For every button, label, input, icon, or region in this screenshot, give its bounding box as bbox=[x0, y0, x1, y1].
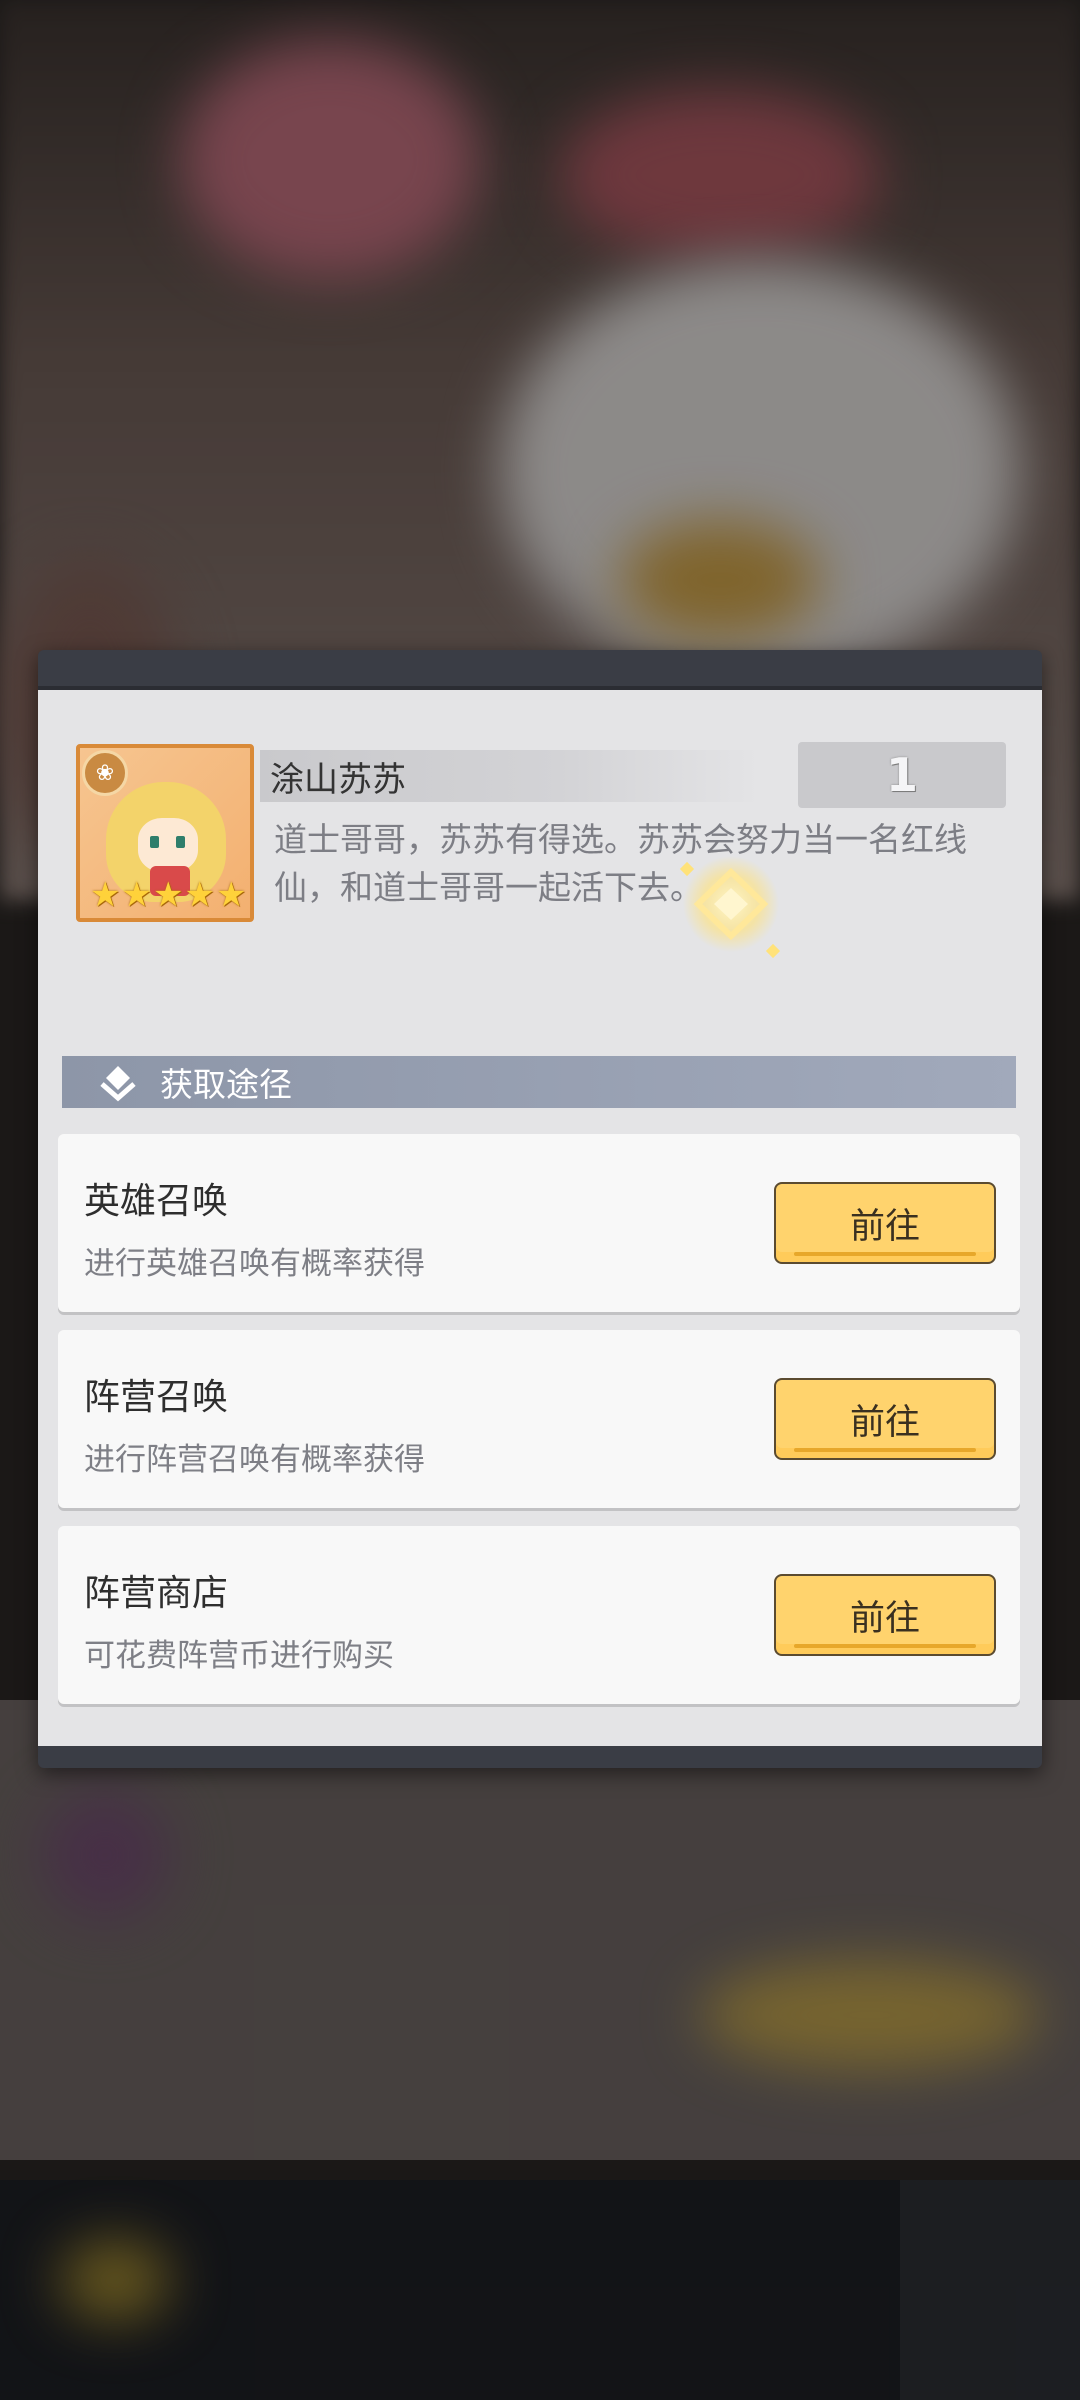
star-rating: ★ ★ ★ ★ ★ bbox=[90, 878, 246, 912]
star-icon: ★ bbox=[184, 875, 215, 915]
go-button-faction-summon[interactable]: 前往 bbox=[774, 1378, 996, 1460]
sparkle-icon bbox=[679, 856, 781, 959]
hero-source-dialog: ❀ ★ ★ ★ ★ ★ 涂山苏苏 1 道士哥哥，苏苏有得选。苏苏会努力当一名红线… bbox=[38, 650, 1042, 1768]
dialog-top-bar bbox=[38, 686, 1042, 690]
hero-name: 涂山苏苏 bbox=[270, 759, 406, 800]
layers-icon bbox=[100, 1066, 136, 1102]
star-icon: ★ bbox=[90, 875, 121, 915]
go-button-hero-summon[interactable]: 前往 bbox=[774, 1182, 996, 1264]
section-title: 获取途径 bbox=[160, 1065, 292, 1104]
hero-count: 1 bbox=[798, 742, 1006, 808]
star-icon: ★ bbox=[152, 875, 184, 915]
star-icon: ★ bbox=[215, 875, 247, 915]
hero-name-bar: 涂山苏苏 bbox=[260, 750, 760, 802]
hero-portrait: ❀ ★ ★ ★ ★ ★ bbox=[76, 744, 254, 922]
source-subtitle: 可花费阵营币进行购买 bbox=[84, 1638, 394, 1674]
source-row-faction-shop: 阵营商店 可花费阵营币进行购买 前往 bbox=[58, 1526, 1020, 1704]
source-title: 阵营召唤 bbox=[84, 1377, 229, 1418]
source-row-hero-summon: 英雄召唤 进行英雄召唤有概率获得 前往 bbox=[58, 1134, 1020, 1312]
acquire-section-header: 获取途径 bbox=[62, 1056, 1016, 1108]
source-title: 英雄召唤 bbox=[84, 1181, 229, 1222]
source-row-faction-summon: 阵营召唤 进行阵营召唤有概率获得 前往 bbox=[58, 1330, 1020, 1508]
source-subtitle: 进行阵营召唤有概率获得 bbox=[84, 1442, 425, 1478]
hero-description: 道士哥哥，苏苏有得选。苏苏会努力当一名红线仙，和道士哥哥一起活下去。 bbox=[274, 820, 967, 907]
source-title: 阵营商店 bbox=[84, 1573, 229, 1614]
source-subtitle: 进行英雄召唤有概率获得 bbox=[84, 1246, 425, 1282]
go-button-faction-shop[interactable]: 前往 bbox=[774, 1574, 996, 1656]
star-icon: ★ bbox=[121, 875, 152, 915]
lotus-icon: ❀ bbox=[82, 750, 128, 796]
